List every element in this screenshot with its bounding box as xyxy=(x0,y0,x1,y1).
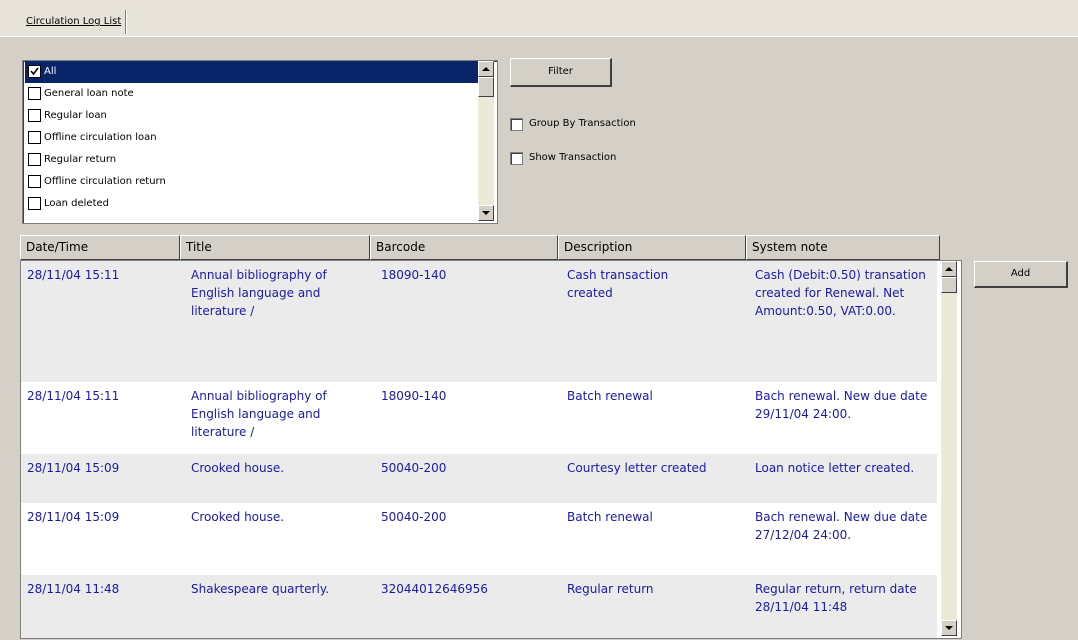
cell-title: Annual bibliography of English language … xyxy=(191,268,327,318)
table-row[interactable]: 28/11/04 15:11 Annual bibliography of En… xyxy=(21,261,937,382)
filter-button[interactable]: Filter xyxy=(510,58,612,87)
cell-description: Cash transaction created xyxy=(567,268,669,300)
cell-datetime: 28/11/04 15:11 xyxy=(27,268,120,282)
cell-description: Courtesy letter created xyxy=(567,461,707,475)
log-table-header: Date/Time Title Barcode Description Syst… xyxy=(20,235,940,260)
column-header-title[interactable]: Title xyxy=(180,235,370,260)
tab-circulation-log-list[interactable]: Circulation Log List xyxy=(22,10,127,34)
list-item-all[interactable]: All xyxy=(25,61,478,83)
list-item-label: Loan deleted xyxy=(44,198,110,209)
cell-title: Annual bibliography of English language … xyxy=(191,389,327,439)
filter-list-scrollbar[interactable] xyxy=(478,61,494,221)
table-row[interactable]: 28/11/04 11:48 Shakespeare quarterly. 32… xyxy=(21,575,937,638)
cell-barcode: 50040-200 xyxy=(381,510,447,524)
scroll-down-button[interactable] xyxy=(941,620,957,636)
cell-system-note: Bach renewal. New due date 27/12/04 24:0… xyxy=(755,510,928,542)
checkbox-loan-deleted[interactable] xyxy=(28,197,41,210)
arrow-down-icon xyxy=(482,211,490,215)
checkbox-offline-circulation-loan[interactable] xyxy=(28,131,41,144)
show-transaction-label: Show Transaction xyxy=(529,152,617,163)
list-item-regular-return[interactable]: Regular return xyxy=(25,149,478,171)
cell-barcode: 18090-140 xyxy=(381,268,447,282)
cell-title: Crooked house. xyxy=(191,510,285,524)
checkbox-general-loan-note[interactable] xyxy=(28,87,41,100)
group-by-transaction-checkbox[interactable] xyxy=(510,118,523,131)
circulation-log-panel: All General loan note Regular loan Offli… xyxy=(0,36,1078,640)
list-item-offline-circulation-loan[interactable]: Offline circulation loan xyxy=(25,127,478,149)
log-table: 28/11/04 15:11 Annual bibliography of En… xyxy=(20,260,962,639)
cell-barcode: 32044012646956 xyxy=(381,582,488,596)
list-item-label: All xyxy=(44,66,57,77)
arrow-up-icon xyxy=(482,67,490,71)
column-header-description[interactable]: Description xyxy=(558,235,746,260)
cell-description: Batch renewal xyxy=(567,510,653,524)
arrow-up-icon xyxy=(945,267,953,271)
scroll-up-button[interactable] xyxy=(478,61,494,77)
list-item-label: Offline circulation return xyxy=(44,176,166,187)
cell-barcode: 18090-140 xyxy=(381,389,447,403)
scroll-thumb[interactable] xyxy=(478,77,494,97)
filter-checkbox-list[interactable]: All General loan note Regular loan Offli… xyxy=(22,60,498,224)
checkbox-offline-circulation-return[interactable] xyxy=(28,175,41,188)
arrow-down-icon xyxy=(945,626,953,630)
cell-datetime: 28/11/04 15:11 xyxy=(27,389,120,403)
checkmark-icon xyxy=(30,67,39,76)
cell-title: Crooked house. xyxy=(191,461,285,475)
list-item-label: General loan note xyxy=(44,88,134,99)
cell-description: Batch renewal xyxy=(567,389,653,403)
cell-system-note: Bach renewal. New due date 29/11/04 24:0… xyxy=(755,389,928,421)
add-button[interactable]: Add xyxy=(974,261,1068,288)
filter-button-label: Filter xyxy=(548,66,573,77)
group-by-transaction-label: Group By Transaction xyxy=(529,118,636,129)
add-button-label: Add xyxy=(1010,268,1031,279)
column-header-datetime[interactable]: Date/Time xyxy=(20,235,180,260)
table-scrollbar[interactable] xyxy=(941,261,957,636)
list-item-regular-loan[interactable]: Regular loan xyxy=(25,105,478,127)
checkbox-regular-loan[interactable] xyxy=(28,109,41,122)
cell-datetime: 28/11/04 15:09 xyxy=(27,461,120,475)
checkbox-all[interactable] xyxy=(28,65,41,78)
table-row[interactable]: 28/11/04 15:09 Crooked house. 50040-200 … xyxy=(21,503,937,575)
scroll-down-button[interactable] xyxy=(478,205,494,221)
checkbox-regular-return[interactable] xyxy=(28,153,41,166)
cell-system-note: Regular return, return date 28/11/04 11:… xyxy=(755,582,917,614)
table-row[interactable]: 28/11/04 15:09 Crooked house. 50040-200 … xyxy=(21,454,937,503)
cell-datetime: 28/11/04 11:48 xyxy=(27,582,120,596)
list-item-label: Regular loan xyxy=(44,110,107,121)
cell-system-note: Cash (Debit:0.50) transation created for… xyxy=(755,268,926,318)
cell-title: Shakespeare quarterly. xyxy=(191,582,330,596)
scroll-up-button[interactable] xyxy=(941,261,957,277)
table-row[interactable]: 28/11/04 15:11 Annual bibliography of En… xyxy=(21,382,937,454)
list-item-label: Offline circulation loan xyxy=(44,132,157,143)
cell-datetime: 28/11/04 15:09 xyxy=(27,510,120,524)
cell-barcode: 50040-200 xyxy=(381,461,447,475)
cell-description: Regular return xyxy=(567,582,654,596)
scroll-thumb[interactable] xyxy=(941,277,957,293)
list-item-label: Regular return xyxy=(44,154,117,165)
tab-strip: Circulation Log List xyxy=(0,0,1078,36)
show-transaction-checkbox[interactable] xyxy=(510,152,523,165)
column-header-barcode[interactable]: Barcode xyxy=(370,235,558,260)
cell-system-note: Loan notice letter created. xyxy=(755,461,915,475)
list-item-general-loan-note[interactable]: General loan note xyxy=(25,83,478,105)
list-item-offline-circulation-return[interactable]: Offline circulation return xyxy=(25,171,478,193)
list-item-loan-deleted[interactable]: Loan deleted xyxy=(25,193,478,215)
column-header-system-note[interactable]: System note xyxy=(746,235,940,260)
